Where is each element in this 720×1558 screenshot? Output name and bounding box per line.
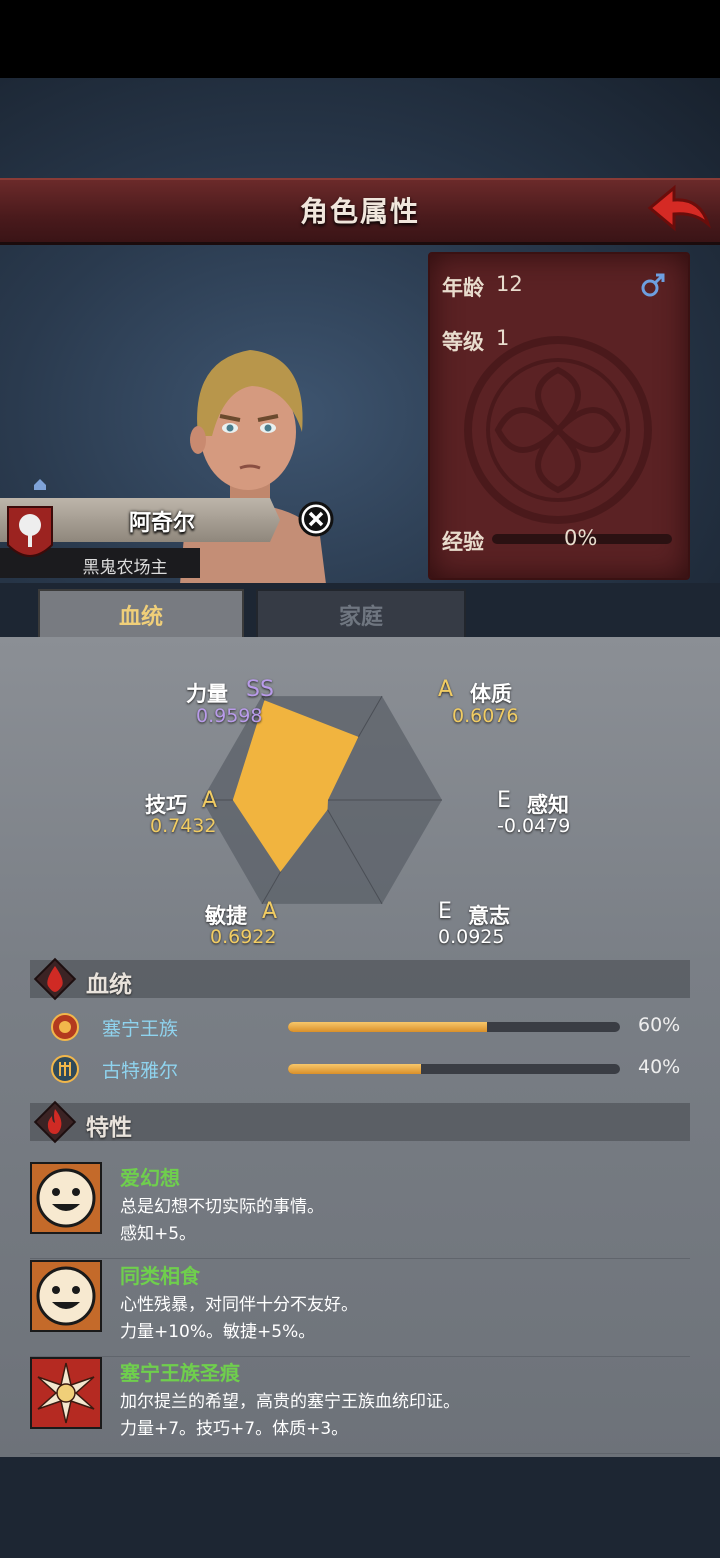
- back-arrow-icon[interactable]: [644, 180, 712, 236]
- house-marker-icon: [34, 479, 46, 490]
- stat-value-agility: 0.6922: [210, 926, 277, 948]
- trait-name: 爱幻想: [120, 1166, 180, 1190]
- close-icon[interactable]: [297, 500, 335, 538]
- bloodline-bar: [288, 1064, 620, 1074]
- stat-grade-perception: E: [497, 788, 511, 813]
- stat-value-strength: 0.9598: [196, 705, 263, 727]
- trait-effect: 力量+10%。敏捷+5%。: [120, 1322, 316, 1342]
- age-label: 年龄: [442, 276, 484, 300]
- stat-grade-strength: SS: [246, 677, 274, 702]
- sun-crest-icon: [51, 1013, 79, 1041]
- tree-crest-icon: [7, 506, 53, 557]
- stat-value-will: 0.0925: [438, 926, 505, 948]
- trait-description: 总是幻想不切实际的事情。: [120, 1197, 324, 1217]
- trait-name: 塞宁王族圣痕: [120, 1361, 240, 1385]
- stat-grade-constitution: A: [438, 677, 454, 702]
- stat-name-strength: 力量: [186, 682, 228, 706]
- level-label: 等级: [442, 330, 484, 354]
- bloodline-percent: 40%: [638, 1056, 681, 1078]
- stat-grade-will: E: [438, 899, 452, 924]
- page-title: 角色属性: [299, 195, 420, 228]
- bloodline-bar-fill: [288, 1064, 421, 1074]
- stat-grade-agility: A: [262, 899, 278, 924]
- bloodline-bar: [288, 1022, 620, 1032]
- attribute-radar-chart: [202, 695, 442, 905]
- age-value: 12: [496, 272, 523, 296]
- trait-effect: 感知+5。: [120, 1224, 197, 1244]
- bottom-bar: [0, 1457, 720, 1558]
- bloodline-section-title: 血统: [86, 972, 132, 998]
- trait-effect: 力量+7。技巧+7。体质+3。: [120, 1419, 349, 1439]
- bloodline-name: 塞宁王族: [102, 1018, 179, 1040]
- bloodline-bar-fill: [288, 1022, 488, 1032]
- bloodline-percent: 60%: [638, 1014, 681, 1036]
- tab-family[interactable]: 家庭: [256, 589, 466, 641]
- trait-name: 同类相食: [120, 1264, 200, 1288]
- flame-icon: [33, 1100, 77, 1144]
- bloodline-row: 古特雅尔 40%: [40, 1054, 690, 1086]
- bloodline-row: 塞宁王族 60%: [40, 1012, 690, 1044]
- bloodline-name: 古特雅尔: [102, 1060, 179, 1082]
- rune-crest-icon: [51, 1055, 79, 1083]
- character-name: 阿奇尔: [128, 511, 195, 536]
- trait-card[interactable]: 塞宁王族圣痕 加尔提兰的希望，高贵的塞宁王族血统印证。 力量+7。技巧+7。体质…: [30, 1357, 690, 1454]
- stat-value-skill: 0.7432: [150, 815, 217, 837]
- male-symbol-icon: [641, 273, 665, 297]
- trait-description: 加尔提兰的希望，高贵的塞宁王族血统印证。: [120, 1392, 460, 1412]
- exp-label: 经验: [442, 530, 484, 554]
- character-title: 黑鬼农场主: [82, 558, 168, 578]
- smiley-face-icon: [30, 1162, 102, 1234]
- stat-value-constitution: 0.6076: [452, 705, 519, 727]
- level-value: 1: [496, 326, 510, 350]
- exp-value: 0%: [564, 526, 598, 550]
- holy-sun-icon: [30, 1357, 102, 1429]
- blood-drop-icon: [33, 957, 77, 1001]
- trait-card[interactable]: 同类相食 心性残暴，对同伴十分不友好。 力量+10%。敏捷+5%。: [30, 1260, 690, 1357]
- trait-description: 心性残暴，对同伴十分不友好。: [120, 1295, 358, 1315]
- stat-grade-skill: A: [202, 788, 218, 813]
- stat-name-constitution: 体质: [470, 682, 512, 706]
- tab-bloodline[interactable]: 血统: [38, 589, 244, 639]
- status-bar-area: [0, 0, 720, 78]
- traits-section-title: 特性: [86, 1115, 132, 1141]
- trait-card[interactable]: 爱幻想 总是幻想不切实际的事情。 感知+5。: [30, 1162, 690, 1259]
- smiley-face-icon: [30, 1260, 102, 1332]
- stat-value-perception: -0.0479: [497, 815, 571, 837]
- celtic-knot-emblem: [464, 336, 652, 524]
